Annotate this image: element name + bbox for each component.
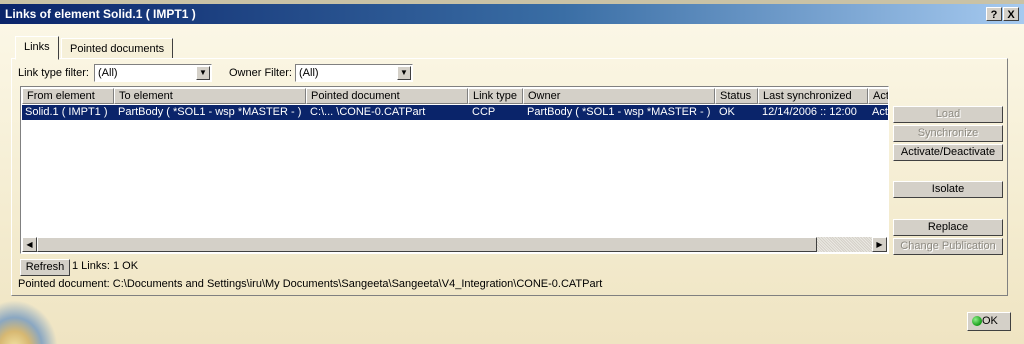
link-type-filter-value: (All) (98, 67, 118, 79)
close-button[interactable]: X (1003, 7, 1019, 21)
catia-logo-icon (0, 300, 58, 344)
table-row[interactable]: Solid.1 ( IMPT1 ) PartBody ( *SOL1 - wsp… (22, 105, 888, 120)
chevron-down-icon[interactable]: ▼ (397, 66, 411, 80)
replace-button[interactable]: Replace (893, 219, 1003, 236)
cell-link-type: CCP (472, 106, 496, 118)
owner-filter-select[interactable]: (All) ▼ (295, 64, 413, 82)
column-header-pointed-document[interactable]: Pointed document (306, 88, 468, 104)
link-type-filter-label: Link type filter: (18, 67, 89, 79)
cell-act: Acti (872, 106, 888, 118)
scroll-thumb[interactable] (37, 237, 817, 252)
owner-filter-value: (All) (299, 67, 319, 79)
links-table[interactable]: From element To element Pointed document… (20, 86, 889, 254)
column-header-status[interactable]: Status (715, 88, 758, 104)
links-count: 1 Links: 1 OK (72, 260, 139, 272)
column-header-act[interactable]: Act (868, 88, 888, 104)
owner-filter-label: Owner Filter: (229, 67, 292, 79)
scroll-right-icon[interactable]: ▶ (872, 237, 887, 252)
synchronize-button[interactable]: Synchronize (893, 125, 1003, 142)
pointed-document-path: Pointed document: C:\Documents and Setti… (18, 278, 603, 290)
ok-label: OK (982, 315, 998, 327)
change-publication-button[interactable]: Change Publication (893, 238, 1003, 255)
cell-last-synchronized: 12/14/2006 :: 12:00 (762, 106, 857, 118)
activate-deactivate-button[interactable]: Activate/Deactivate (893, 144, 1003, 161)
column-header-link-type[interactable]: Link type (468, 88, 523, 104)
cell-from-element: Solid.1 ( IMPT1 ) (25, 106, 108, 118)
column-header-owner[interactable]: Owner (523, 88, 715, 104)
refresh-button[interactable]: Refresh (20, 259, 70, 276)
ok-button[interactable]: OK (967, 312, 1011, 331)
scroll-left-icon[interactable]: ◀ (22, 237, 37, 252)
cell-status: OK (719, 106, 735, 118)
column-header-last-synchronized[interactable]: Last synchronized (758, 88, 868, 104)
ok-icon (972, 316, 982, 326)
cell-owner: PartBody ( *SOL1 - wsp *MASTER - ) (527, 106, 711, 118)
column-header-from-element[interactable]: From element (22, 88, 114, 104)
tab-pointed-documents[interactable]: Pointed documents (61, 38, 174, 59)
cell-pointed-document: C:\... \CONE-0.CATPart (310, 106, 426, 118)
cell-to-element: PartBody ( *SOL1 - wsp *MASTER - ) (118, 106, 302, 118)
isolate-button[interactable]: Isolate (893, 181, 1003, 198)
horizontal-scrollbar[interactable]: ◀ ▶ (22, 237, 887, 252)
link-type-filter-select[interactable]: (All) ▼ (94, 64, 212, 82)
tab-links[interactable]: Links (15, 36, 59, 60)
window-title: Links of element Solid.1 ( IMPT1 ) (5, 7, 196, 21)
title-bar[interactable]: Links of element Solid.1 ( IMPT1 ) ? X (0, 4, 1024, 24)
column-header-to-element[interactable]: To element (114, 88, 306, 104)
chevron-down-icon[interactable]: ▼ (196, 66, 210, 80)
help-button[interactable]: ? (986, 7, 1002, 21)
load-button[interactable]: Load (893, 106, 1003, 123)
